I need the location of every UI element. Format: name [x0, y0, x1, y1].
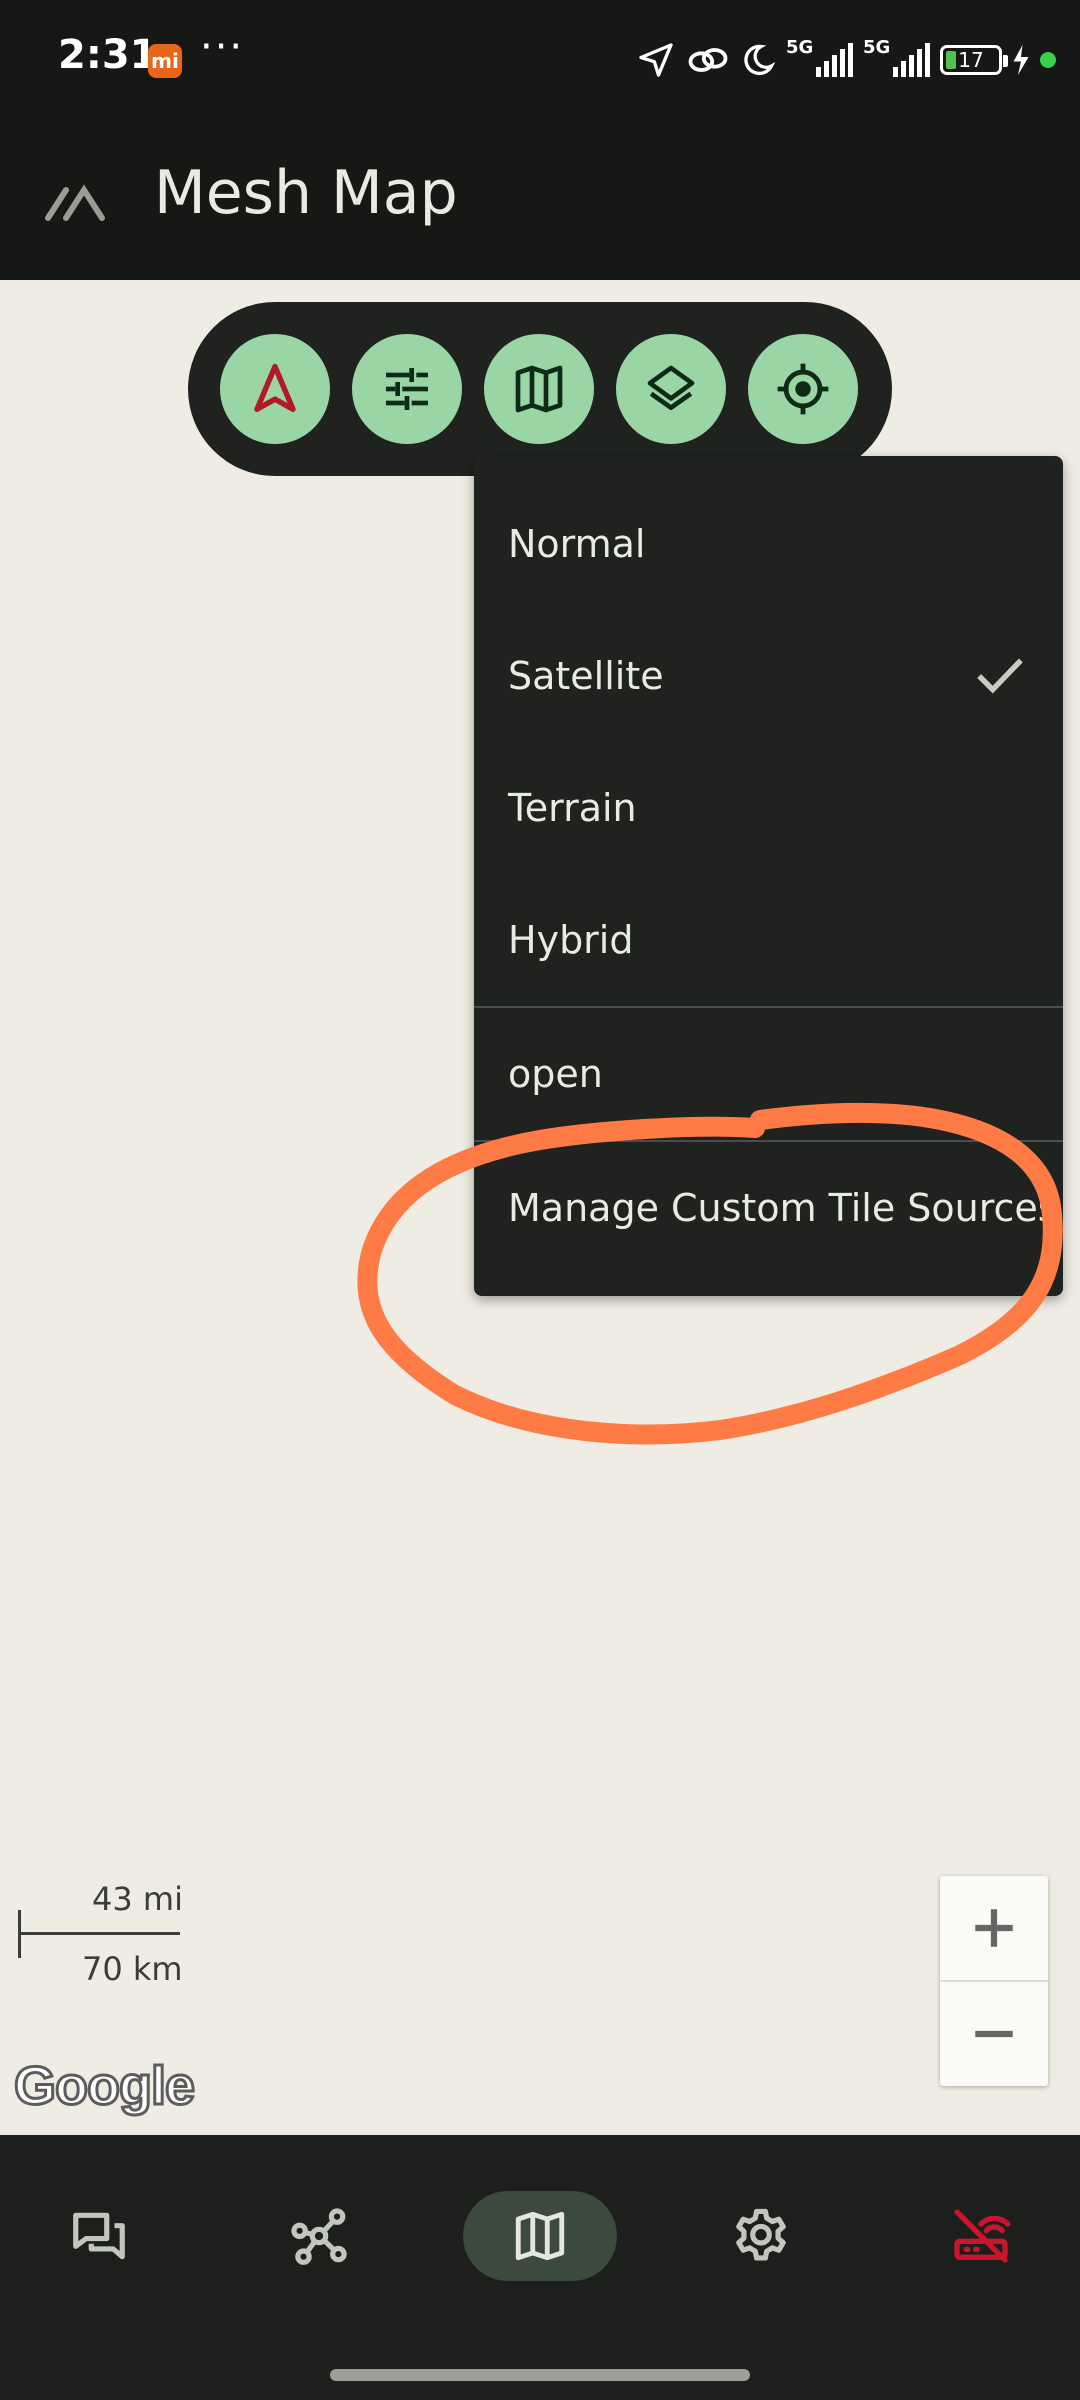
menu-item-label: Satellite — [508, 654, 664, 698]
tune-sliders-icon — [386, 368, 428, 410]
map-type-menu: Normal Satellite Terrain Hybrid open Man… — [474, 456, 1063, 1296]
home-indicator[interactable] — [330, 2369, 750, 2381]
map-icon — [515, 365, 563, 413]
nav-connection[interactable] — [904, 2191, 1058, 2281]
map-toolbar — [188, 302, 892, 476]
mesh-logo-icon — [45, 184, 105, 221]
battery-icon: 17 — [940, 45, 1008, 75]
menu-item-label: Hybrid — [508, 918, 634, 962]
minus-icon — [975, 2030, 1013, 2038]
crosshair-icon — [777, 363, 829, 415]
location-arrow-icon — [639, 43, 673, 77]
link-icon — [688, 48, 728, 72]
plus-icon — [975, 1909, 1013, 1947]
signal-icon: 5G — [786, 37, 853, 77]
menu-item-normal[interactable]: Normal — [474, 478, 1063, 610]
status-icons: 5G 5G 17 — [636, 36, 1056, 84]
nav-settings[interactable] — [684, 2191, 838, 2281]
router-disconnected-icon — [954, 2209, 1011, 2263]
nav-nodes[interactable] — [242, 2191, 396, 2281]
network-nodes-icon — [291, 2208, 347, 2265]
zoom-out-button[interactable] — [940, 1982, 1048, 2086]
signal-icon: 5G — [863, 37, 930, 77]
menu-item-label: open — [508, 1052, 603, 1096]
chat-icon — [73, 2212, 125, 2260]
mi-notification-icon: mi — [148, 44, 182, 78]
menu-item-terrain[interactable]: Terrain — [474, 742, 1063, 874]
layers-button[interactable] — [616, 334, 726, 444]
google-logo: Google — [13, 2055, 197, 2118]
menu-item-custom-source[interactable]: open — [474, 1008, 1063, 1140]
menu-item-label: Terrain — [508, 786, 637, 830]
status-time: 2:31 — [58, 32, 158, 78]
bottom-navigation — [0, 2135, 1080, 2400]
nav-messages[interactable] — [22, 2191, 176, 2281]
manage-custom-tile-sources[interactable]: Manage Custom Tile Sources — [474, 1142, 1063, 1274]
filter-button[interactable] — [352, 334, 462, 444]
page-title: Mesh Map — [154, 158, 458, 228]
menu-item-label: Normal — [508, 522, 646, 566]
map-type-button[interactable] — [484, 334, 594, 444]
app-bar: Mesh Map — [0, 120, 1080, 280]
moon-icon — [744, 44, 776, 76]
map-icon — [515, 2211, 565, 2261]
more-notifications-icon: ··· — [200, 24, 245, 70]
menu-item-label: Manage Custom Tile Sources — [508, 1186, 1058, 1230]
check-icon — [977, 658, 1023, 694]
battery-level: 17 — [958, 48, 984, 72]
signal-network-type: 5G — [786, 37, 814, 58]
navigation-button[interactable] — [220, 334, 330, 444]
menu-item-hybrid[interactable]: Hybrid — [474, 874, 1063, 1006]
my-location-button[interactable] — [748, 334, 858, 444]
scale-line — [18, 1932, 180, 1935]
privacy-indicator-icon — [1040, 52, 1056, 68]
zoom-controls — [940, 1876, 1048, 2086]
scale-kilometers: 70 km — [82, 1950, 183, 1988]
scale-miles: 43 mi — [92, 1880, 183, 1918]
layers-icon — [647, 365, 695, 410]
zoom-in-button[interactable] — [940, 1876, 1048, 1980]
charging-icon — [1013, 45, 1029, 75]
menu-item-satellite[interactable]: Satellite — [474, 610, 1063, 742]
gear-icon — [736, 2208, 786, 2261]
signal-network-type: 5G — [863, 37, 891, 58]
nav-map[interactable] — [463, 2191, 617, 2281]
navigation-arrow-icon — [254, 363, 296, 412]
status-bar: 2:31 mi ··· 5G 5G 17 — [0, 0, 1080, 120]
